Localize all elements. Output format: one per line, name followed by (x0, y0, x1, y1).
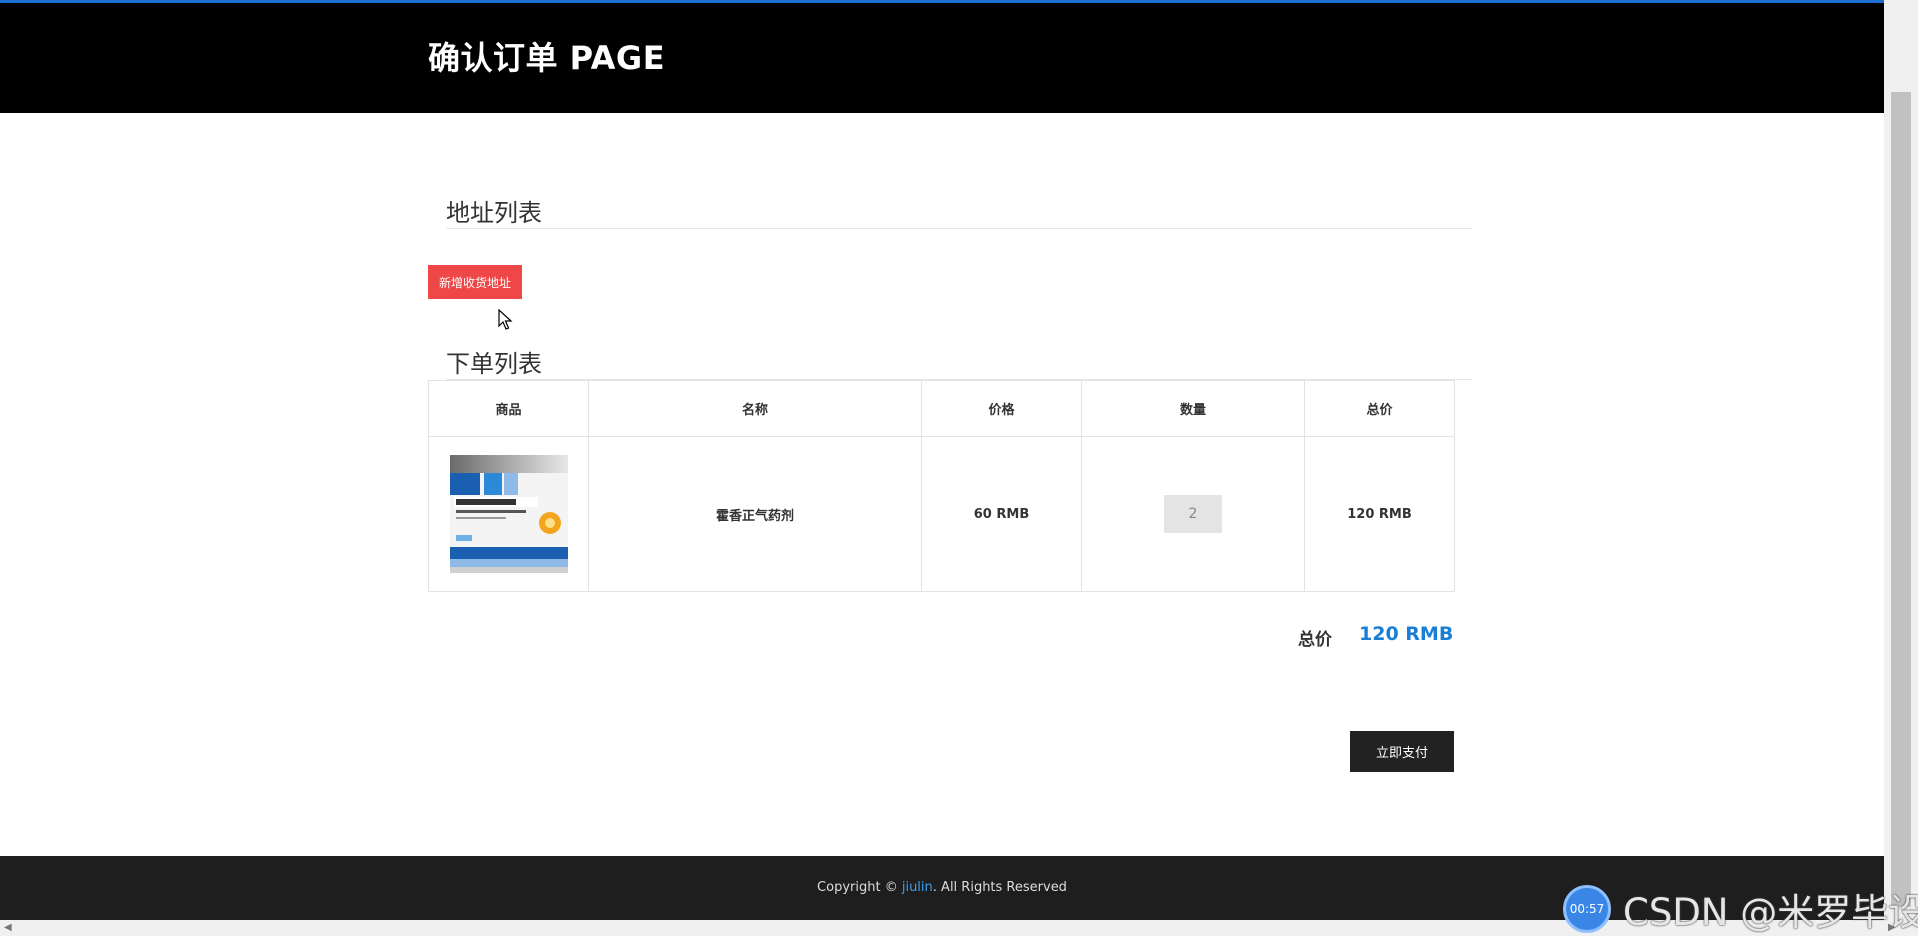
column-header-total: 总价 (1304, 380, 1455, 437)
address-list-title: 地址列表 (446, 199, 542, 227)
page-title: 确认订单 PAGE (428, 39, 666, 77)
column-header-name: 名称 (588, 380, 922, 437)
watermark-text: CSDN @米罗毕设 (1623, 891, 1918, 934)
table-header-row: 商品 名称 价格 数量 总价 (428, 380, 1455, 437)
mouse-cursor-icon (498, 309, 513, 330)
row-total: 120 RMB (1304, 436, 1455, 592)
copyright-prefix: Copyright © (817, 880, 902, 895)
product-name: 霍香正气药剂 (588, 436, 922, 592)
timer-badge: 00:57 (1563, 885, 1611, 933)
add-address-button[interactable]: 新增收货地址 (428, 265, 522, 299)
column-header-price: 价格 (921, 380, 1082, 437)
quantity-input[interactable] (1164, 495, 1222, 533)
column-header-quantity: 数量 (1081, 380, 1305, 437)
table-row: 霍香正气药剂 60 RMB 120 RMB (428, 436, 1455, 592)
scroll-left-arrow-icon[interactable]: ◀ (4, 922, 12, 933)
page-header: 确认订单 PAGE (0, 3, 1884, 113)
pay-now-button[interactable]: 立即支付 (1350, 731, 1454, 772)
vertical-scrollbar[interactable] (1884, 0, 1918, 920)
footer-link[interactable]: jiulin (902, 880, 933, 895)
address-divider (446, 228, 1472, 229)
copyright-suffix: . All Rights Reserved (932, 880, 1067, 895)
order-list-title: 下单列表 (446, 350, 542, 378)
order-table: 商品 名称 价格 数量 总价 霍香正气药剂 60 RMB 2 120 RMB (428, 380, 1455, 592)
column-header-product: 商品 (428, 380, 589, 437)
product-price: 60 RMB (921, 436, 1082, 592)
total-label: 总价 (1298, 630, 1332, 650)
vertical-scrollbar-thumb[interactable] (1891, 92, 1911, 907)
product-image[interactable] (449, 455, 568, 573)
total-value: 120 RMB (1359, 623, 1454, 645)
quantity-cell (1081, 436, 1305, 592)
product-cell (428, 436, 589, 592)
